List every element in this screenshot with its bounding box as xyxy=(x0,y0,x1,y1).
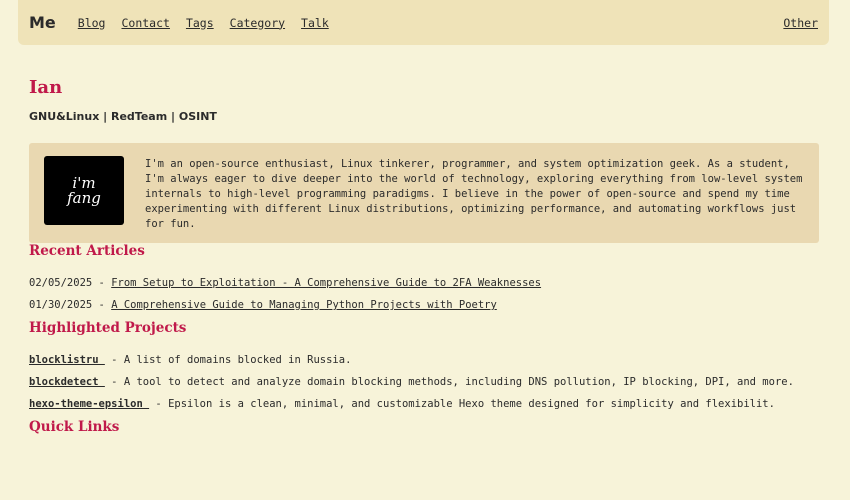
article-date: 01/30/2025 xyxy=(29,299,93,311)
profile-name: Ian xyxy=(29,77,63,98)
project-description: - Epsilon is a clean, minimal, and custo… xyxy=(149,398,775,410)
article-link[interactable]: From Setup to Exploitation - A Comprehen… xyxy=(111,277,541,289)
bio-card: i'm fang I'm an open-source enthusiast, … xyxy=(29,143,819,243)
quick-links-heading: Quick Links xyxy=(29,419,120,435)
nav-link-other[interactable]: Other xyxy=(783,16,818,30)
article-date: 02/05/2025 xyxy=(29,277,93,289)
list-item: blockdetect - A tool to detect and analy… xyxy=(29,375,819,397)
nav-link-talk[interactable]: Talk xyxy=(301,16,329,30)
article-separator: - xyxy=(92,277,112,289)
list-item: blocklistru - A list of domains blocked … xyxy=(29,353,819,375)
profile-tagline: GNU&Linux | RedTeam | OSINT xyxy=(29,110,217,123)
list-item: 02/05/2025 - From Setup to Exploitation … xyxy=(29,276,819,298)
recent-articles-heading: Recent Articles xyxy=(29,243,145,259)
top-navbar: Me Blog Contact Tags Category Talk Other xyxy=(18,0,829,45)
project-link[interactable]: blockdetect xyxy=(29,376,105,388)
nav-link-tags[interactable]: Tags xyxy=(186,16,214,30)
project-description: - A list of domains blocked in Russia. xyxy=(104,354,352,366)
project-list: blocklistru - A list of domains blocked … xyxy=(29,353,819,419)
highlighted-projects-heading: Highlighted Projects xyxy=(29,320,187,336)
project-description: - A tool to detect and analyze domain bl… xyxy=(104,376,794,388)
article-list: 02/05/2025 - From Setup to Exploitation … xyxy=(29,276,819,320)
main-content: Ian GNU&Linux | RedTeam | OSINT i'm fang… xyxy=(29,76,819,435)
article-separator: - xyxy=(92,299,112,311)
list-item: hexo-theme-epsilon - Epsilon is a clean,… xyxy=(29,397,819,419)
list-item: 01/30/2025 - A Comprehensive Guide to Ma… xyxy=(29,298,819,320)
brand-link[interactable]: Me xyxy=(29,13,56,32)
project-link[interactable]: blocklistru xyxy=(29,354,105,366)
bio-text: I'm an open-source enthusiast, Linux tin… xyxy=(145,158,803,230)
avatar-text: i'm fang xyxy=(67,173,101,207)
nav-link-contact[interactable]: Contact xyxy=(121,16,169,30)
nav-link-blog[interactable]: Blog xyxy=(78,16,106,30)
project-link[interactable]: hexo-theme-epsilon xyxy=(29,398,149,410)
avatar: i'm fang xyxy=(44,156,124,225)
nav-link-category[interactable]: Category xyxy=(230,16,285,30)
article-link[interactable]: A Comprehensive Guide to Managing Python… xyxy=(111,299,497,311)
